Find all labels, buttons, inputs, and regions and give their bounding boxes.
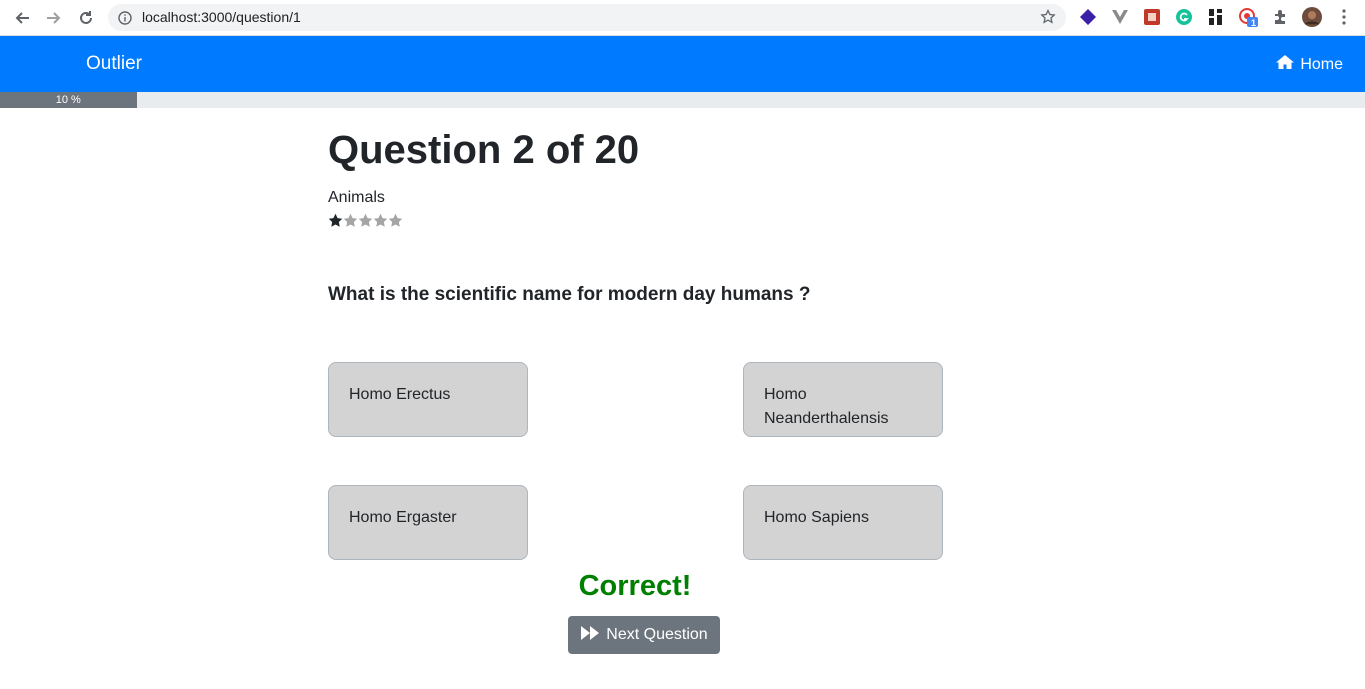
star-filled-icon xyxy=(328,213,343,228)
extensions-puzzle-icon[interactable] xyxy=(1270,7,1290,27)
profile-avatar[interactable] xyxy=(1302,7,1322,27)
address-bar[interactable]: localhost:3000/question/1 xyxy=(108,4,1066,31)
question-text: What is the scientific name for modern d… xyxy=(328,284,811,305)
star-empty-icon xyxy=(343,213,358,228)
difficulty-stars xyxy=(328,213,403,228)
answer-option-1[interactable]: Homo Erectus xyxy=(328,362,528,437)
star-empty-icon xyxy=(388,213,403,228)
question-title: Question 2 of 20 xyxy=(328,128,640,172)
extension-purple-icon[interactable] xyxy=(1078,7,1098,27)
fast-forward-icon xyxy=(580,625,600,646)
star-empty-icon xyxy=(373,213,388,228)
info-icon[interactable] xyxy=(118,10,132,29)
answer-option-2[interactable]: Homo Neanderthalensis xyxy=(743,362,943,437)
forward-arrow-icon[interactable] xyxy=(42,6,66,30)
star-empty-icon xyxy=(358,213,373,228)
url-text[interactable]: localhost:3000/question/1 xyxy=(142,9,301,25)
quiz-progress: 10 % xyxy=(0,92,1365,108)
extension-target-icon[interactable]: 1 xyxy=(1238,7,1258,28)
extension-badge: 1 xyxy=(1251,18,1257,28)
result-message: Correct! xyxy=(578,570,692,602)
home-icon xyxy=(1275,54,1295,75)
bookmark-star-icon[interactable] xyxy=(1040,8,1056,29)
answer-option-4[interactable]: Homo Sapiens xyxy=(743,485,943,560)
next-question-button[interactable]: Next Question xyxy=(568,616,720,654)
back-arrow-icon[interactable] xyxy=(10,6,34,30)
extension-vue-icon[interactable] xyxy=(1110,7,1130,27)
browser-toolbar: localhost:3000/question/1 1 xyxy=(0,0,1365,36)
extension-grid-icon[interactable] xyxy=(1206,7,1226,27)
browser-menu-icon[interactable] xyxy=(1334,7,1354,27)
app-navbar: Outlier Home xyxy=(0,36,1365,92)
answer-option-3[interactable]: Homo Ergaster xyxy=(328,485,528,560)
reload-icon[interactable] xyxy=(74,6,98,30)
grammarly-icon[interactable] xyxy=(1174,7,1194,27)
brand-logo[interactable]: Outlier xyxy=(86,53,142,75)
next-question-label: Next Question xyxy=(606,626,708,643)
extension-red-icon[interactable] xyxy=(1142,7,1162,27)
question-category: Animals xyxy=(328,189,385,206)
home-label: Home xyxy=(1300,55,1343,73)
progress-fill: 10 % xyxy=(0,92,137,108)
home-link[interactable]: Home xyxy=(1275,54,1343,75)
